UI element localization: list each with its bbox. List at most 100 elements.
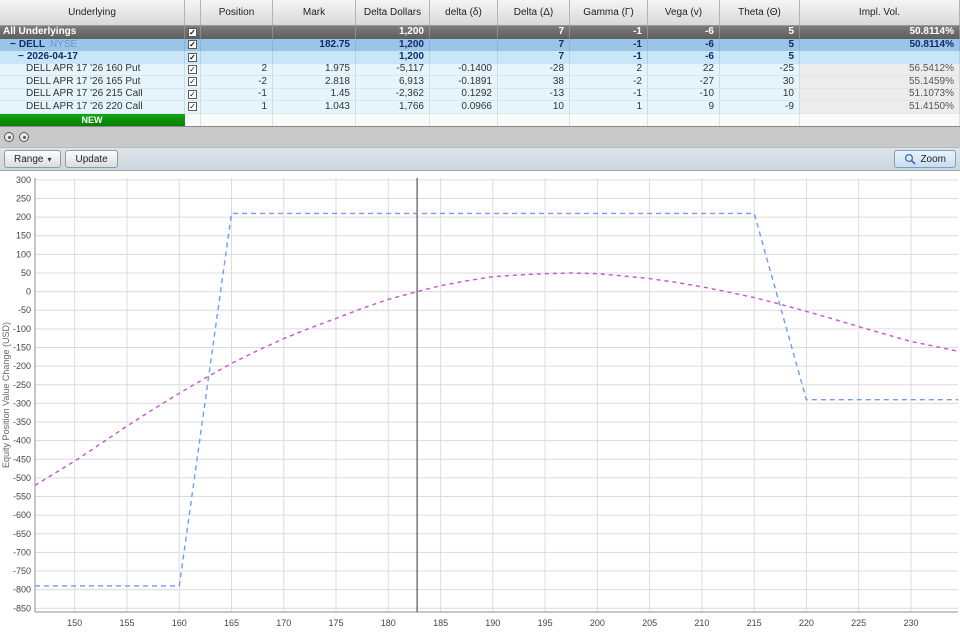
x-tick-label: 160 xyxy=(172,618,187,628)
x-tick-label: 175 xyxy=(328,618,343,628)
row-checkbox[interactable]: ✓ xyxy=(188,89,197,99)
x-tick-label: 225 xyxy=(851,618,866,628)
cell-theta xyxy=(720,113,800,126)
cell-vega: 9 xyxy=(648,101,720,113)
column-header-impl_vol[interactable]: Impl. Vol. xyxy=(800,0,960,25)
cell-mark: 2.818 xyxy=(273,76,356,88)
cell-theta: 10 xyxy=(720,88,800,100)
tree-collapse-icon[interactable]: − xyxy=(10,39,16,51)
y-tick-label: -650 xyxy=(13,529,31,539)
row-checkbox[interactable]: ✓ xyxy=(188,52,197,62)
cell-impl_vol: 50.8114% xyxy=(800,26,960,39)
y-tick-label: -50 xyxy=(18,305,31,315)
cell-theta: 30 xyxy=(720,76,800,88)
column-header-theta[interactable]: Theta (Θ) xyxy=(720,0,800,25)
row-underlying-dell[interactable]: − DELL NYSE ✓ 182.75 1,200 7 -1 -6 5 50.8114% xyxy=(0,38,960,51)
cell-delta_cap: -28 xyxy=(498,63,570,75)
underlying-label: −2026-04-17 xyxy=(0,51,185,64)
cell-delta_dollars xyxy=(356,113,430,126)
row-leg-160-put[interactable]: DELL APR 17 '26 160 Put ✓ 2 1.975 -5,117 -0.1… xyxy=(0,63,960,76)
range-button-label: Range xyxy=(14,153,44,165)
magnifier-icon xyxy=(905,153,917,165)
cell-vega xyxy=(648,113,720,126)
cell-delta_cap: 10 xyxy=(498,101,570,113)
y-tick-label: -700 xyxy=(13,547,31,557)
y-tick-label: -300 xyxy=(13,398,31,408)
row-all-underlyings[interactable]: All Underlyings ✓ 1,200 7 -1 -6 5 50.8114% xyxy=(0,26,960,39)
row-checkbox[interactable]: ✓ xyxy=(188,77,197,87)
cell-vega: -6 xyxy=(648,38,720,51)
row-checkbox-cell xyxy=(185,113,201,126)
y-tick-label: 300 xyxy=(16,175,31,185)
cell-impl_vol: 51.4150% xyxy=(800,101,960,113)
range-button[interactable]: Range ▾ xyxy=(4,150,62,168)
x-tick-label: 190 xyxy=(485,618,500,628)
x-tick-label: 185 xyxy=(433,618,448,628)
cell-position: 2 xyxy=(201,63,273,75)
column-header-delta_cap[interactable]: Delta (Δ) xyxy=(498,0,570,25)
column-header-underlying[interactable]: Underlying xyxy=(0,0,185,25)
x-tick-label: 215 xyxy=(747,618,762,628)
y-tick-label: -500 xyxy=(13,473,31,483)
row-checkbox[interactable]: ✓ xyxy=(188,27,197,37)
y-tick-label: 250 xyxy=(16,194,31,204)
y-tick-label: -350 xyxy=(13,417,31,427)
y-tick-label: -150 xyxy=(13,343,31,353)
update-button[interactable]: Update xyxy=(65,150,118,168)
column-header-check[interactable] xyxy=(185,0,201,25)
column-header-mark[interactable]: Mark xyxy=(273,0,356,25)
cell-delta_small: -0.1400 xyxy=(430,63,498,75)
panel-button-icon-1[interactable] xyxy=(4,132,14,142)
underlying-label: DELL APR 17 '26 215 Call xyxy=(0,88,185,100)
row-checkbox[interactable]: ✓ xyxy=(188,102,197,112)
x-tick-label: 170 xyxy=(276,618,291,628)
cell-vega: -10 xyxy=(648,88,720,100)
y-tick-label: 100 xyxy=(16,249,31,259)
underlying-label: DELL APR 17 '26 220 Call xyxy=(0,101,185,113)
zoom-button-label: Zoom xyxy=(920,153,946,165)
tree-collapse-icon[interactable]: − xyxy=(18,51,24,63)
x-tick-label: 230 xyxy=(903,618,918,628)
underlying-label: All Underlyings xyxy=(0,26,185,39)
cell-theta: 5 xyxy=(720,38,800,51)
exchange-label: NYSE xyxy=(49,38,78,50)
cell-theta: -9 xyxy=(720,101,800,113)
x-tick-label: 155 xyxy=(119,618,134,628)
column-header-gamma[interactable]: Gamma (Γ) xyxy=(570,0,648,25)
row-leg-220-call[interactable]: DELL APR 17 '26 220 Call ✓ 1 1.043 1,766 0.09… xyxy=(0,101,960,114)
row-leg-215-call[interactable]: DELL APR 17 '26 215 Call ✓ -1 1.45 -2,362 0.1… xyxy=(0,88,960,101)
cell-delta_dollars: 1,200 xyxy=(356,26,430,39)
row-checkbox[interactable]: ✓ xyxy=(188,64,197,74)
y-tick-label: -800 xyxy=(13,585,31,595)
column-header-delta_dollars[interactable]: Delta Dollars xyxy=(356,0,430,25)
cell-impl_vol: 55.1459% xyxy=(800,76,960,88)
risk-graph-svg[interactable]: 150 155 160 165 170 175 180 185 190 195 200 205 210 2… xyxy=(0,171,960,635)
zoom-button[interactable]: Zoom xyxy=(894,150,956,168)
cell-vega: -6 xyxy=(648,51,720,64)
column-header-delta_small[interactable]: delta (δ) xyxy=(430,0,498,25)
column-header-vega[interactable]: Vega (v) xyxy=(648,0,720,25)
cell-gamma: 1 xyxy=(570,101,648,113)
y-tick-label: -850 xyxy=(13,603,31,613)
y-axis-title: Equity Position Value Change (USD) xyxy=(1,322,11,468)
row-checkbox[interactable]: ✓ xyxy=(188,40,197,50)
panel-button-icon-2[interactable] xyxy=(19,132,29,142)
y-tick-label: 50 xyxy=(21,268,31,278)
x-tick-label: 195 xyxy=(538,618,553,628)
cell-delta_cap xyxy=(498,113,570,126)
row-expiry-2026-04-17[interactable]: −2026-04-17 ✓ 1,200 7 -1 -6 5 xyxy=(0,51,960,64)
cell-mark: 1.975 xyxy=(273,63,356,75)
cell-position: 1 xyxy=(201,101,273,113)
cell-delta_cap: 7 xyxy=(498,51,570,64)
row-leg-165-put[interactable]: DELL APR 17 '26 165 Put ✓ -2 2.818 6,913 -0.1… xyxy=(0,76,960,89)
risk-profile-chart[interactable]: 150 155 160 165 170 175 180 185 190 195 200 205 210 2… xyxy=(0,171,960,635)
cell-delta_dollars: -5,117 xyxy=(356,63,430,75)
cell-mark xyxy=(273,113,356,126)
cell-delta_small xyxy=(430,51,498,64)
cell-theta: 5 xyxy=(720,51,800,64)
cell-impl_vol: 50.8114% xyxy=(800,38,960,51)
cell-delta_dollars: 1,200 xyxy=(356,38,430,51)
cell-delta_dollars: 6,913 xyxy=(356,76,430,88)
column-header-position[interactable]: Position xyxy=(201,0,273,25)
row-new[interactable]: NEW xyxy=(0,113,960,126)
